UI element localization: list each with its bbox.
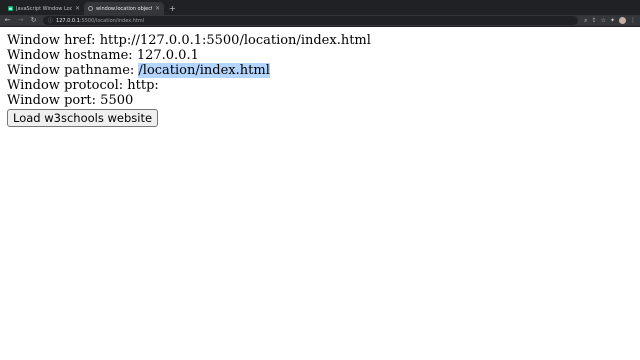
bookmark-star-icon[interactable]: ☆ [601,17,606,24]
pathname-label: Window pathname: [7,63,139,78]
hostname-label: Window hostname: [7,48,137,63]
toolbar-icons: ⌕ ⇪ ☆ ✦ ⋮ [584,17,636,24]
forward-icon[interactable]: → [17,17,24,24]
back-icon[interactable]: ← [4,17,11,24]
reload-icon[interactable]: ↻ [30,17,37,24]
avatar[interactable] [619,17,626,24]
tab-title: window.location object [96,5,152,12]
port-label: Window port: [7,93,101,108]
close-icon[interactable]: ✕ [75,5,80,12]
url-host: 127.0.0.1 [56,17,80,24]
href-value: http://127.0.0.1:5500/location/index.htm… [99,33,371,48]
tab-window-location-object[interactable]: window.location object ✕ [84,2,164,15]
info-icon[interactable]: ⓘ [48,17,53,24]
tab-title: JavaScript Window Location [16,5,72,12]
protocol-line: Window protocol: http: [7,78,633,93]
pathname-line: Window pathname: /location/index.html [7,63,633,78]
hostname-value: 127.0.0.1 [136,48,199,63]
href-line: Window href: http://127.0.0.1:5500/locat… [7,33,633,48]
globe-icon [88,6,93,11]
close-icon[interactable]: ✕ [155,5,160,12]
browser-window: w JavaScript Window Location ✕ window.lo… [0,0,640,360]
hostname-line: Window hostname: 127.0.0.1 [7,48,633,63]
href-label: Window href: [7,33,100,48]
extensions-icon[interactable]: ✦ [610,17,615,24]
zoom-icon[interactable]: ⌕ [584,17,587,24]
port-value: 5500 [100,93,134,108]
pathname-value: /location/index.html [138,63,270,78]
page-content: Window href: http://127.0.0.1:5500/locat… [0,27,640,133]
port-line: Window port: 5500 [7,93,633,108]
tab-strip: w JavaScript Window Location ✕ window.lo… [0,0,640,15]
share-icon[interactable]: ⇪ [592,17,597,24]
load-w3schools-button[interactable]: Load w3schools website [7,109,159,127]
protocol-label: Window protocol: [7,78,128,93]
tab-javascript-window-location[interactable]: w JavaScript Window Location ✕ [4,2,84,15]
new-tab-icon[interactable]: + [164,5,181,15]
browser-toolbar: ← → ↻ ⓘ 127.0.0.1:5500/location/index.ht… [0,15,640,27]
address-bar[interactable]: ⓘ 127.0.0.1:5500/location/index.html [43,16,579,25]
url-path: :5500/location/index.html [79,17,145,24]
protocol-value: http: [127,78,159,93]
w3schools-icon: w [8,6,13,11]
menu-icon[interactable]: ⋮ [630,17,636,24]
